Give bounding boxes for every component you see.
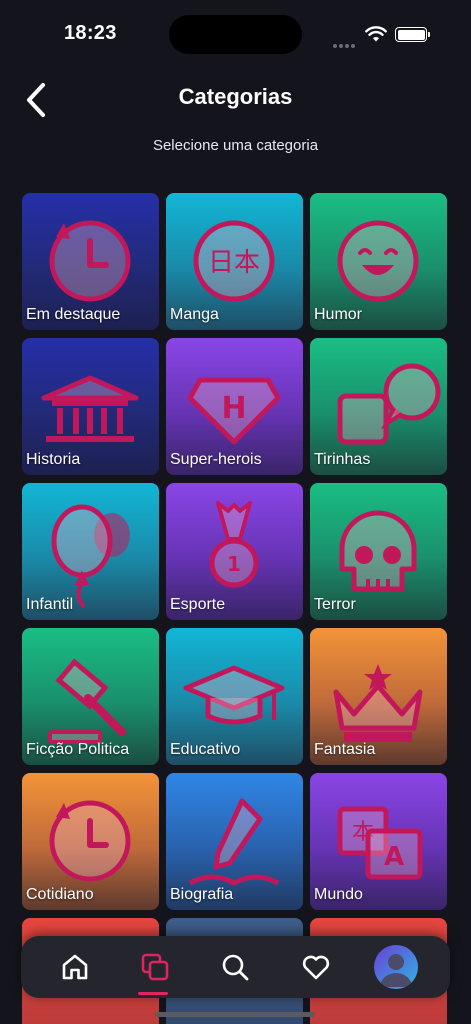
- category-card[interactable]: 1 Esporte: [166, 483, 303, 620]
- svg-text:A: A: [384, 842, 404, 872]
- category-label: Fantasia: [314, 741, 376, 758]
- status-bar: 18:23: [0, 0, 471, 66]
- category-card[interactable]: Educativo: [166, 628, 303, 765]
- categories-icon: [141, 953, 169, 981]
- category-card[interactable]: Fantasia: [310, 628, 447, 765]
- cellular-signal-icon: [333, 35, 357, 53]
- category-card[interactable]: Infantil: [22, 483, 159, 620]
- search-icon: [223, 954, 249, 981]
- category-label: Historia: [26, 451, 81, 468]
- category-label: Infantil: [26, 596, 74, 613]
- category-card[interactable]: Em destaque: [22, 193, 159, 330]
- wifi-icon: [365, 26, 387, 42]
- category-label: Super-herois: [170, 451, 262, 468]
- status-time: 18:23: [64, 22, 117, 44]
- nav-categories[interactable]: [129, 941, 181, 993]
- svg-text:H: H: [221, 391, 246, 426]
- category-card[interactable]: 日本 Manga: [166, 193, 303, 330]
- category-label: Em destaque: [26, 306, 121, 323]
- user-icon: [379, 954, 412, 987]
- category-grid: Em destaque 日本 Manga Humor Historia H Supe…: [22, 193, 448, 1024]
- category-label: Manga: [170, 306, 219, 323]
- category-card[interactable]: Ficção Politica: [22, 628, 159, 765]
- category-label: Biografia: [170, 886, 234, 903]
- home-indicator: [155, 1012, 315, 1017]
- category-label: Terror: [314, 596, 356, 613]
- category-card[interactable]: 本 A Mundo: [310, 773, 447, 910]
- nav-search[interactable]: [209, 941, 261, 993]
- dynamic-island: [169, 15, 302, 54]
- nav-favorites[interactable]: [290, 941, 342, 993]
- category-label: Cotidiano: [26, 886, 94, 903]
- category-label: Tirinhas: [314, 451, 371, 468]
- page-title: Categorias: [178, 84, 293, 109]
- category-label: Esporte: [170, 596, 226, 613]
- category-label: Mundo: [314, 886, 363, 903]
- category-card[interactable]: H Super-herois: [166, 338, 303, 475]
- category-card[interactable]: Biografia: [166, 773, 303, 910]
- category-label: Humor: [314, 306, 363, 323]
- page-subtitle: Selecione uma categoria: [152, 137, 319, 154]
- battery-icon: [395, 27, 430, 42]
- nav-profile[interactable]: [370, 941, 422, 993]
- profile-avatar: [373, 945, 418, 989]
- nav-home[interactable]: [49, 941, 101, 993]
- home-icon: [62, 954, 88, 980]
- bottom-nav: [21, 936, 450, 998]
- category-card[interactable]: Tirinhas: [310, 338, 447, 475]
- category-label: Ficção Politica: [26, 741, 130, 758]
- category-card[interactable]: Terror: [310, 483, 447, 620]
- svg-text:日本: 日本: [208, 248, 260, 278]
- heart-icon: [302, 955, 329, 980]
- category-card[interactable]: Humor: [310, 193, 447, 330]
- nav-active-indicator: [138, 992, 168, 995]
- category-card[interactable]: Cotidiano: [22, 773, 159, 910]
- svg-text:1: 1: [227, 552, 241, 576]
- category-card[interactable]: Historia: [22, 338, 159, 475]
- category-label: Educativo: [170, 741, 241, 758]
